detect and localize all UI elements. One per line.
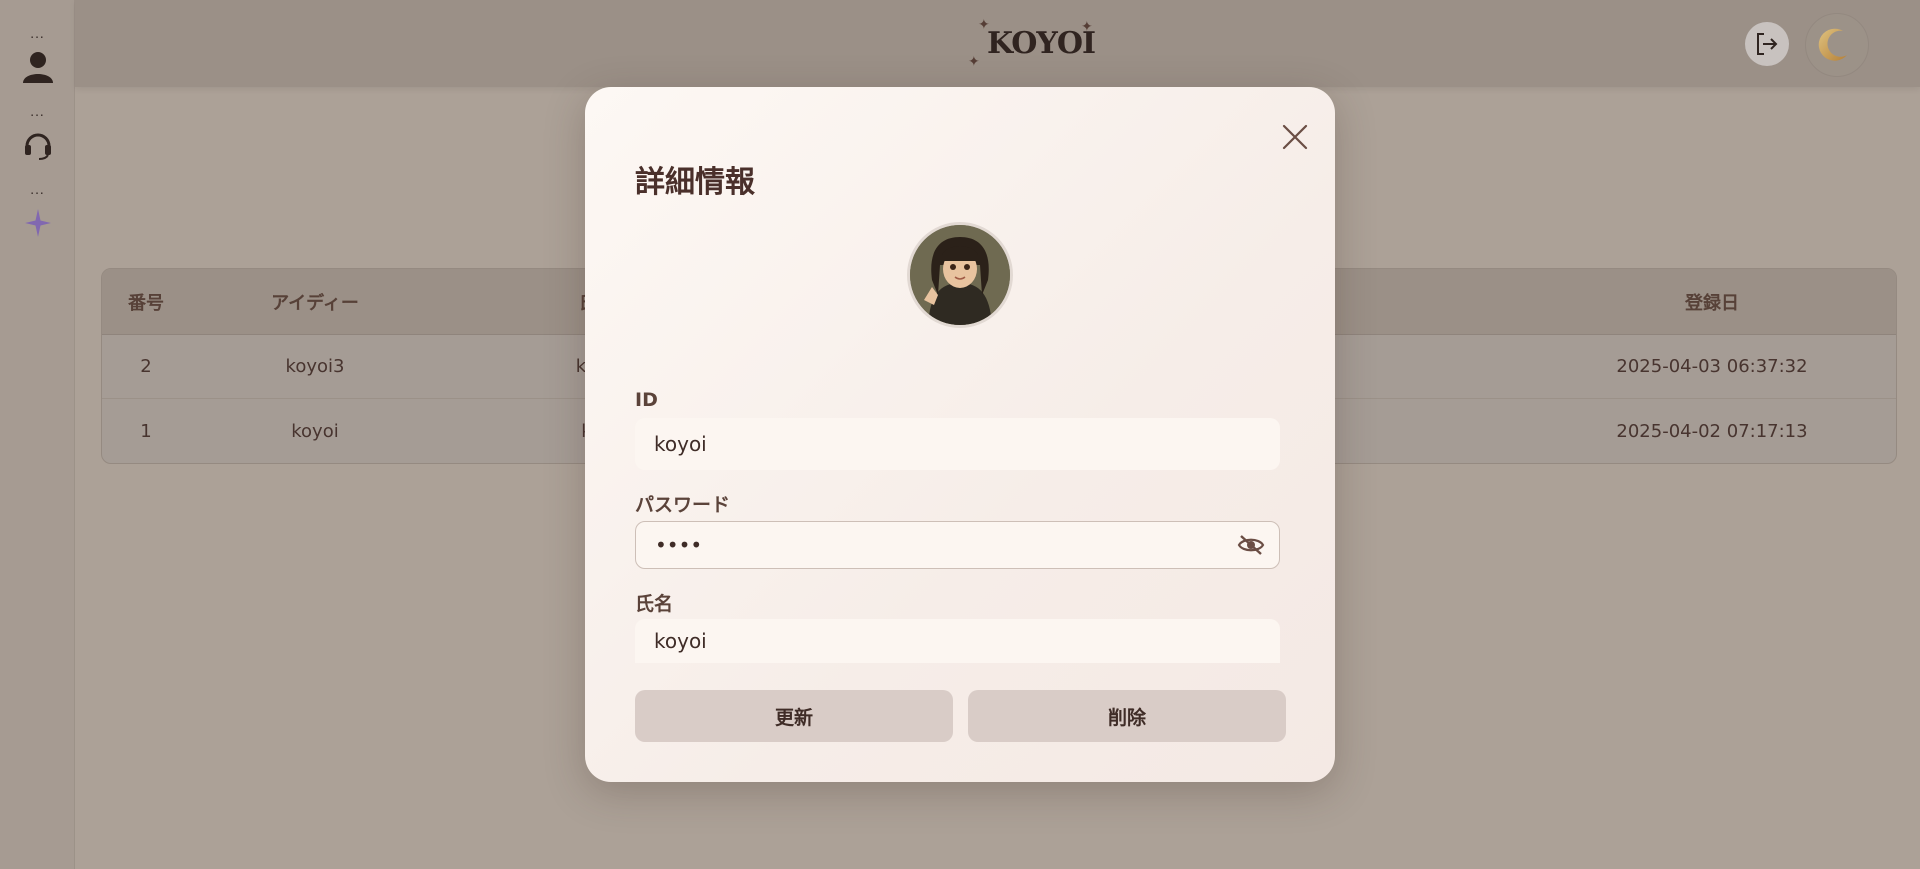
id-field[interactable]: koyoi (635, 418, 1280, 470)
update-button[interactable]: 更新 (635, 690, 953, 742)
avatar (907, 222, 1013, 328)
close-button[interactable] (1278, 120, 1312, 154)
id-label: ID (635, 389, 658, 411)
close-icon (1282, 124, 1308, 150)
name-field[interactable]: koyoi (635, 619, 1280, 663)
name-label: 氏名 (635, 593, 674, 615)
delete-button[interactable]: 削除 (968, 690, 1286, 742)
eye-off-icon[interactable] (1237, 533, 1265, 557)
password-value: •••• (655, 533, 703, 557)
detail-modal: 詳細情報 ID koyoi パスワード •••• 氏名 koyoi 更新 削除 (585, 87, 1335, 782)
password-field[interactable]: •••• (635, 521, 1280, 569)
password-label: パスワード (635, 494, 731, 516)
modal-title: 詳細情報 (635, 165, 755, 200)
